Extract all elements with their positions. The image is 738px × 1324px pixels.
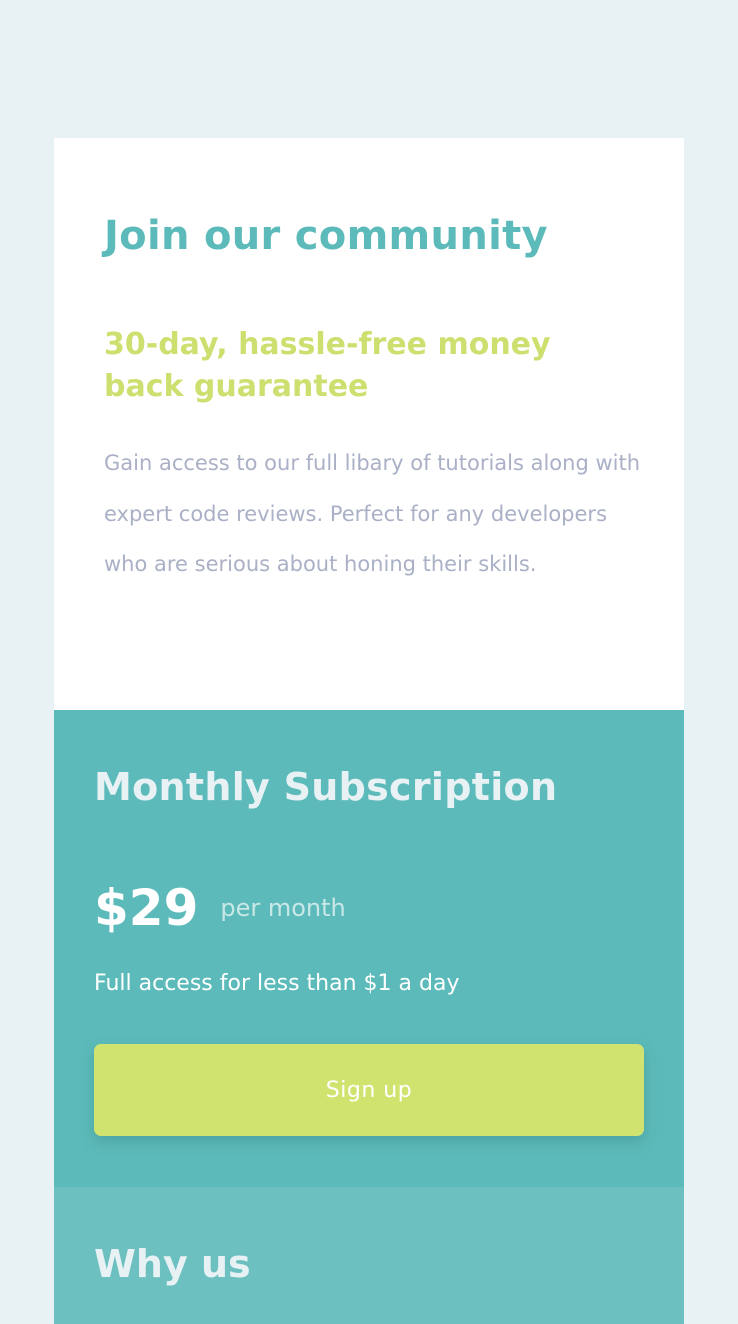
intro-section: Join our community 30-day, hassle-free m… <box>54 138 684 710</box>
page-title: Join our community <box>104 213 548 259</box>
price-row: $29 per month <box>94 876 346 940</box>
sign-up-button[interactable]: Sign up <box>94 1044 644 1136</box>
price-amount: $29 <box>94 879 199 937</box>
subscription-section: Monthly Subscription $29 per month Full … <box>54 710 684 1187</box>
why-us-title: Why us <box>94 1242 251 1286</box>
subscription-title: Monthly Subscription <box>94 765 558 809</box>
pricing-card: Join our community 30-day, hassle-free m… <box>54 138 684 1324</box>
subscription-tagline: Full access for less than $1 a day <box>94 971 460 996</box>
guarantee-subtitle: 30-day, hassle-free money back guarantee <box>104 327 551 404</box>
intro-description: Gain access to our full libary of tutori… <box>104 451 641 576</box>
why-us-section: Why us <box>54 1187 684 1324</box>
price-period: per month <box>220 894 346 922</box>
